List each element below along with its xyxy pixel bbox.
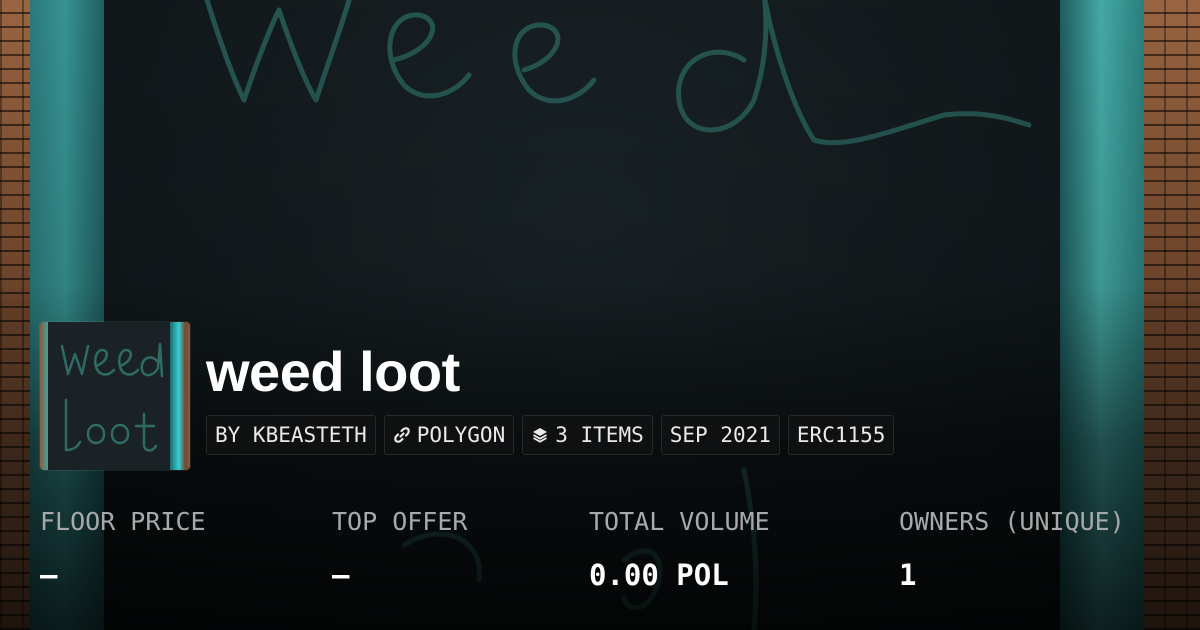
stat-owners-label: OWNERS (UNIQUE) [899, 507, 1125, 536]
tag-created-date-label: SEP 2021 [669, 423, 771, 447]
tag-items-label: 3 ITEMS [555, 423, 644, 447]
tag-chain[interactable]: POLYGON [383, 415, 515, 455]
stat-floor-price: FLOOR PRICE — [40, 506, 206, 592]
layers-icon [531, 426, 549, 444]
collection-avatar [40, 322, 190, 470]
collection-title: weed loot [206, 340, 460, 403]
avatar-artwork [60, 342, 164, 452]
tag-chain-label: POLYGON [416, 423, 506, 447]
stat-owners: OWNERS (UNIQUE) 1 [899, 506, 1125, 592]
tag-created-date[interactable]: SEP 2021 [660, 415, 780, 455]
stat-floor-price-label: FLOOR PRICE [40, 507, 206, 536]
tag-token-standard-label: ERC1155 [796, 423, 886, 447]
stat-top-offer: TOP OFFER — [332, 506, 467, 592]
chain-link-icon [393, 426, 411, 444]
stat-floor-price-value: — [40, 558, 58, 592]
tag-token-standard[interactable]: ERC1155 [787, 415, 895, 455]
stat-top-offer-value: — [332, 558, 350, 592]
tag-creator[interactable]: BY KBEASTETH [206, 415, 376, 455]
stat-total-volume-label: TOTAL VOLUME [589, 507, 770, 536]
stat-total-volume: TOTAL VOLUME 0.00 POL [589, 506, 770, 592]
stat-top-offer-label: TOP OFFER [332, 507, 468, 536]
stat-owners-value: 1 [899, 558, 917, 592]
collection-tags: BY KBEASTETH POLYGON 3 ITEMS SEP 2021 ER… [206, 415, 895, 455]
stat-total-volume-value: 0.00 POL [589, 558, 729, 592]
tag-items[interactable]: 3 ITEMS [522, 415, 653, 455]
tag-creator-label: BY KBEASTETH [215, 423, 367, 447]
